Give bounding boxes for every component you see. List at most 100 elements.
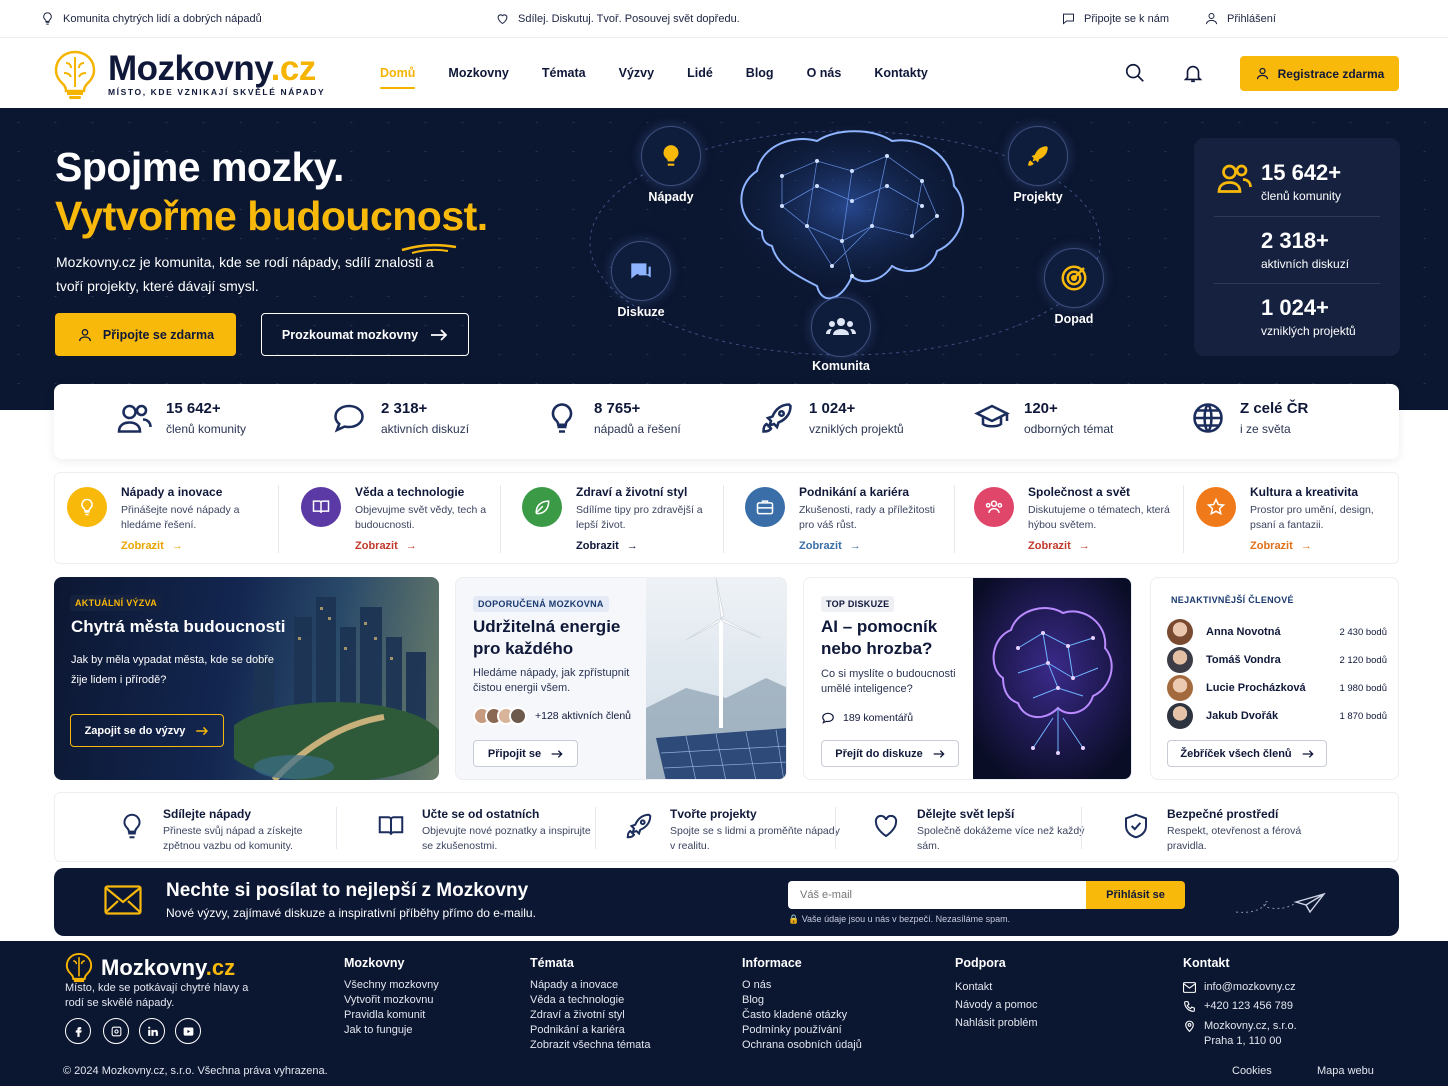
footer-link[interactable]: Nápady a inovace bbox=[530, 978, 650, 993]
topbar-login-link[interactable]: Přihlášení bbox=[1204, 11, 1276, 26]
site-footer: Mozkovny.cz Místo, kde se potkávají chyt… bbox=[0, 941, 1448, 1086]
member-row[interactable]: Anna Novotná 2 430 bodů bbox=[1167, 618, 1387, 646]
footer-email[interactable]: info@mozkovny.cz bbox=[1183, 978, 1297, 997]
recommended-card: DOPORUČENÁ MOZKOVNA Udržitelná energie p… bbox=[455, 577, 787, 780]
stat-discussions: 2 318+ aktivních diskuzí bbox=[331, 400, 469, 436]
search-icon bbox=[1125, 63, 1144, 82]
footer-col-support: Podpora Kontakt Návody a pomoc Nahlásit … bbox=[955, 956, 1038, 1032]
youtube-link[interactable] bbox=[175, 1018, 201, 1044]
nav-item-home[interactable]: Domů bbox=[380, 66, 416, 89]
category-culture-link[interactable]: Zobrazit → bbox=[1250, 540, 1312, 552]
node-projects[interactable] bbox=[1008, 126, 1068, 186]
footer-link[interactable]: Jak to funguje bbox=[344, 1023, 439, 1038]
newsletter-banner: Nechte si posílat to nejlepší z Mozkovny… bbox=[54, 868, 1399, 936]
bulb-icon bbox=[123, 813, 141, 839]
envelope-icon bbox=[104, 885, 142, 915]
arrow-right-icon bbox=[431, 328, 448, 341]
member-row[interactable]: Tomáš Vondra 2 120 bodů bbox=[1167, 646, 1387, 674]
bell-icon bbox=[1183, 65, 1203, 83]
footer-link[interactable]: Návody a pomoc bbox=[955, 996, 1038, 1014]
nav-item-mozkovny[interactable]: Mozkovny bbox=[448, 66, 508, 80]
member-row[interactable]: Lucie Procházková 1 980 bodů bbox=[1167, 674, 1387, 702]
rocket-icon bbox=[1028, 146, 1048, 166]
top-bar: Komunita chytrých lidí a dobrých nápadů … bbox=[0, 0, 1448, 38]
footer-col-topics: Témata Nápady a inovace Věda a technolog… bbox=[530, 956, 651, 1053]
instagram-link[interactable] bbox=[103, 1018, 129, 1044]
join-challenge-button[interactable]: Zapojit se do výzvy bbox=[70, 714, 224, 747]
footer-link[interactable]: Podmínky používání bbox=[742, 1023, 862, 1038]
nav-item-about[interactable]: O nás bbox=[807, 66, 842, 80]
join-mozkovna-button[interactable]: Připojit se bbox=[473, 740, 578, 767]
node-impact-label: Dopad bbox=[1054, 312, 1094, 326]
notifications-button[interactable] bbox=[1182, 62, 1204, 84]
category-ideas[interactable]: Nápady a inovace Přinášejte nové nápady … bbox=[55, 473, 279, 565]
shield-icon bbox=[1125, 813, 1147, 839]
footer-link[interactable]: Nahlásit problém bbox=[955, 1014, 1038, 1032]
category-ideas-link[interactable]: Zobrazit → bbox=[121, 540, 183, 552]
ai-brain-image bbox=[973, 578, 1131, 779]
leaderboard-button[interactable]: Žebříček všech členů bbox=[1167, 740, 1327, 767]
category-society[interactable]: Společnost a svět Diskutujeme o tématech… bbox=[962, 473, 1184, 565]
member-row[interactable]: Jakub Dvořák 1 870 bodů bbox=[1167, 702, 1387, 730]
email-input[interactable] bbox=[788, 881, 1086, 909]
node-impact[interactable] bbox=[1044, 248, 1104, 308]
avatar bbox=[1167, 703, 1193, 729]
nav-item-topics[interactable]: Témata bbox=[542, 66, 586, 80]
node-discussion[interactable] bbox=[611, 241, 671, 301]
category-society-link[interactable]: Zobrazit → bbox=[1028, 540, 1090, 552]
search-button[interactable] bbox=[1124, 62, 1146, 84]
top-members-card: NEJAKTIVNĚJŠÍ ČLENOVÉ Anna Novotná 2 430… bbox=[1150, 577, 1399, 780]
hero-stat-discussions: 2 318+ aktivních diskuzí bbox=[1261, 228, 1350, 271]
topbar-join-link[interactable]: Připojte se k nám bbox=[1061, 11, 1169, 26]
sitemap-link[interactable]: Mapa webu bbox=[1317, 1065, 1374, 1077]
footer-link[interactable]: Pravidla komunit bbox=[344, 1008, 439, 1023]
nav-item-challenges[interactable]: Výzvy bbox=[619, 66, 654, 80]
facebook-link[interactable] bbox=[65, 1018, 91, 1044]
star-icon bbox=[1206, 497, 1226, 516]
footer-link[interactable]: Často kladené otázky bbox=[742, 1008, 862, 1023]
globe-icon bbox=[1193, 403, 1223, 433]
node-ideas[interactable] bbox=[641, 126, 701, 186]
node-community[interactable] bbox=[811, 297, 871, 357]
footer-link[interactable]: Všechny mozkovny bbox=[344, 978, 439, 993]
topbar-left-text: Komunita chytrých lidí a dobrých nápadů bbox=[63, 12, 262, 25]
category-business[interactable]: Podnikání a kariéra Zkušenosti, rady a p… bbox=[733, 473, 955, 565]
category-science[interactable]: Věda a technologie Objevujme svět vědy, … bbox=[289, 473, 501, 565]
footer-link[interactable]: Blog bbox=[742, 993, 862, 1008]
nav-item-contacts[interactable]: Kontakty bbox=[874, 66, 927, 80]
footer-link[interactable]: Vytvořit mozkovnu bbox=[344, 993, 439, 1008]
footer-link[interactable]: Zdraví a životní styl bbox=[530, 1008, 650, 1023]
stat-projects: 1 024+ vzniklých projektů bbox=[759, 400, 904, 436]
category-health[interactable]: Zdraví a životní styl Sdílíme tipy pro z… bbox=[510, 473, 724, 565]
bulb-icon bbox=[81, 498, 93, 516]
subscribe-button[interactable]: Přihlásit se bbox=[1086, 881, 1185, 909]
join-free-label: Připojte se zdarma bbox=[102, 327, 215, 342]
category-business-link[interactable]: Zobrazit → bbox=[799, 540, 861, 552]
join-free-button[interactable]: Připojte se zdarma bbox=[55, 313, 236, 356]
footer-logo[interactable]: Mozkovny.cz bbox=[63, 951, 235, 985]
bulb-icon bbox=[43, 12, 52, 25]
explore-button[interactable]: Prozkoumat mozkovny bbox=[261, 313, 469, 356]
linkedin-link[interactable] bbox=[139, 1018, 165, 1044]
nav-item-people[interactable]: Lidé bbox=[687, 66, 713, 80]
footer-link[interactable]: Zobrazit všechna témata bbox=[530, 1038, 650, 1053]
heart-icon bbox=[874, 814, 898, 838]
footer-link[interactable]: Podnikání a kariéra bbox=[530, 1023, 650, 1038]
bulb-icon bbox=[551, 403, 573, 433]
category-science-link[interactable]: Zobrazit → bbox=[355, 540, 417, 552]
category-health-link[interactable]: Zobrazit → bbox=[576, 540, 638, 552]
nav-item-blog[interactable]: Blog bbox=[746, 66, 774, 80]
footer-link[interactable]: Věda a technologie bbox=[530, 993, 650, 1008]
go-to-discussion-button[interactable]: Přejít do diskuze bbox=[821, 740, 959, 767]
graduation-cap-icon bbox=[974, 404, 1010, 428]
footer-link[interactable]: Kontakt bbox=[955, 978, 1038, 996]
footer-phone[interactable]: +420 123 456 789 bbox=[1183, 997, 1297, 1016]
category-culture[interactable]: Kultura a kreativita Prostor pro umění, … bbox=[1184, 473, 1398, 565]
paper-plane-icon bbox=[1235, 892, 1326, 914]
footer-link[interactable]: O nás bbox=[742, 978, 862, 993]
footer-link[interactable]: Ochrana osobních údajů bbox=[742, 1038, 862, 1053]
brand-logo[interactable]: Mozkovny.cz MÍSTO, KDE VZNIKAJÍ SKVĚLÉ N… bbox=[50, 48, 325, 100]
cookies-link[interactable]: Cookies bbox=[1232, 1065, 1272, 1077]
feature-learn: Učte se od ostatních Objevujte nové pozna… bbox=[376, 803, 606, 853]
register-button[interactable]: Registrace zdarma bbox=[1240, 56, 1399, 91]
